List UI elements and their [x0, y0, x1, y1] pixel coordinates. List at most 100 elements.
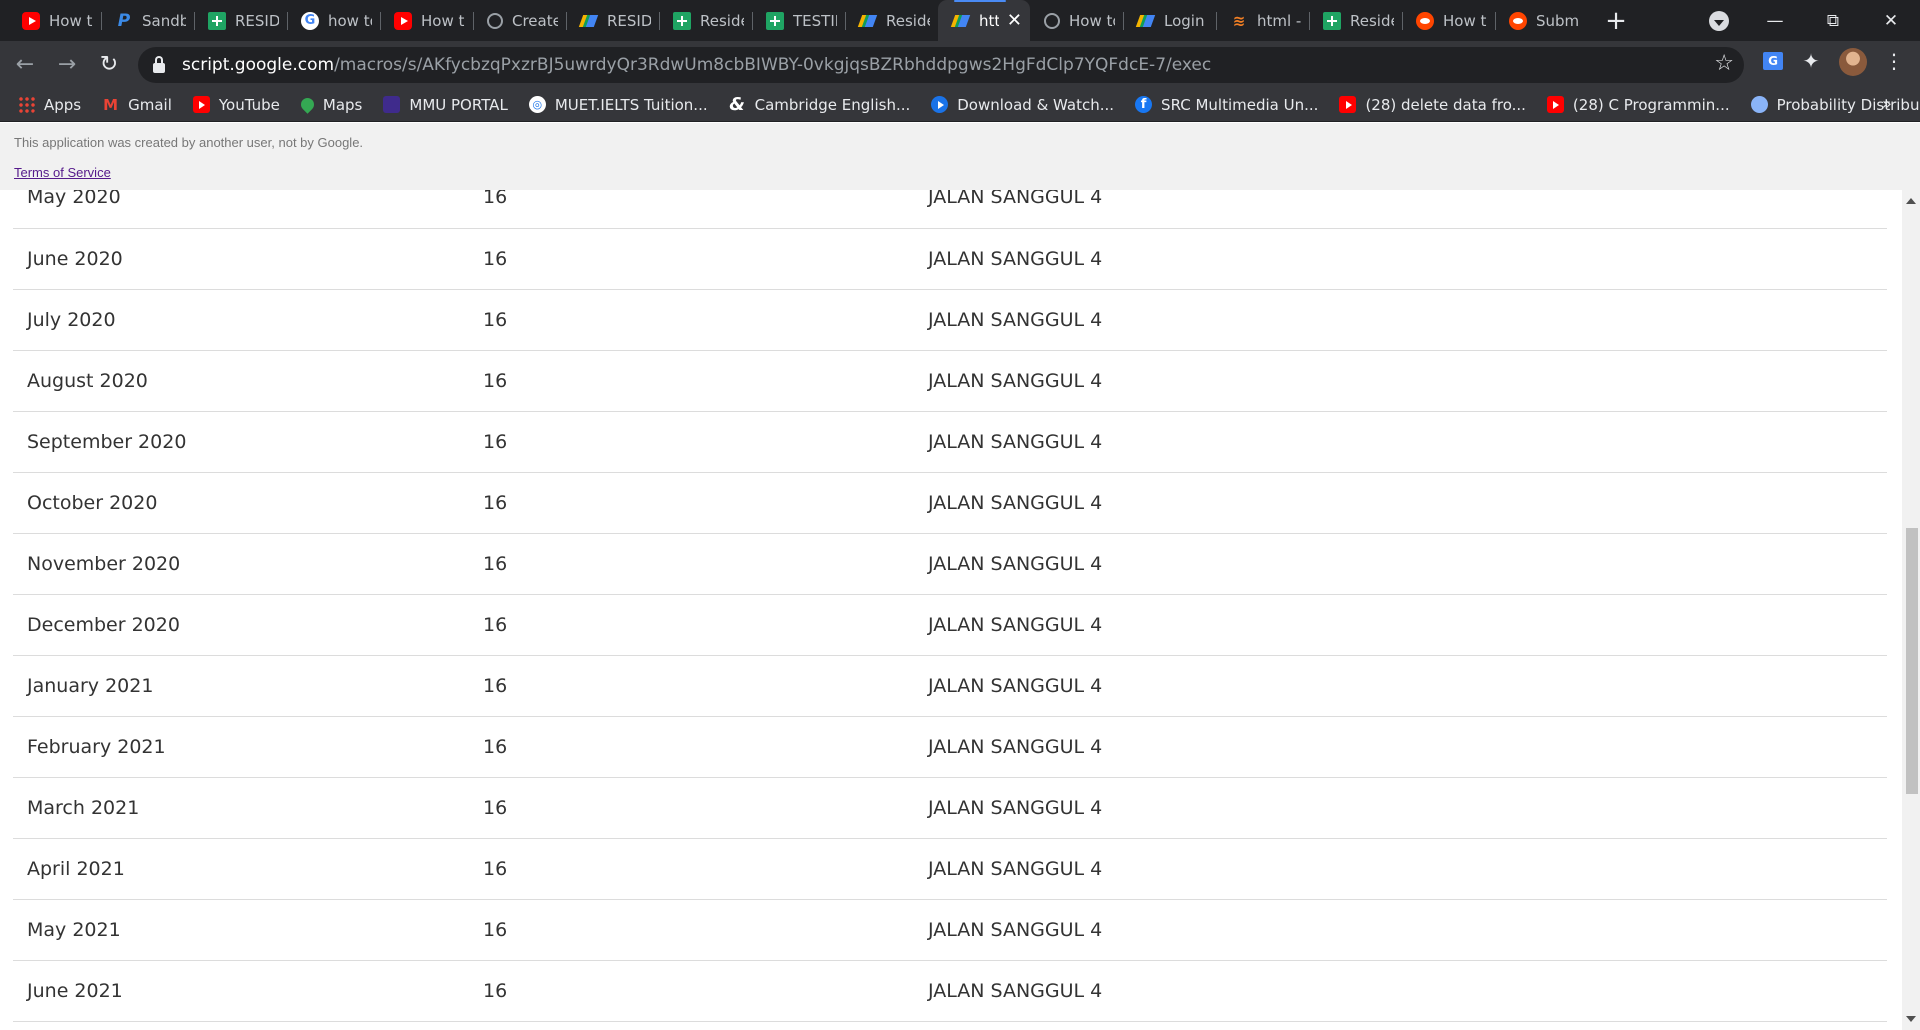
window-close-icon[interactable]: ✕ — [1862, 0, 1920, 41]
table-row: June 2020 16 JALAN SANGGUL 4 — [13, 228, 1887, 290]
tab[interactable]: TESTIN — [752, 0, 845, 41]
maps-pin-icon — [298, 95, 317, 114]
month-cell: June 2020 — [13, 228, 483, 290]
bookmark-label: Gmail — [128, 95, 172, 114]
tab-title: Reside — [1350, 11, 1394, 30]
url-host: script.google.com — [182, 55, 335, 75]
tab[interactable]: How to — [380, 0, 473, 41]
new-tab-button[interactable]: + — [1596, 0, 1636, 41]
month-cell: September 2020 — [13, 411, 483, 473]
tab[interactable]: ≋ html - — [1216, 0, 1309, 41]
table-row: November 2020 16 JALAN SANGGUL 4 — [13, 533, 1887, 595]
tab[interactable]: Submi — [1495, 0, 1588, 41]
tab-title: Login — [1164, 11, 1205, 30]
number-cell: 16 — [483, 655, 928, 717]
forward-icon[interactable]: → — [50, 48, 84, 82]
sheets-icon — [766, 11, 784, 30]
number-cell: 16 — [483, 190, 928, 229]
extensions-puzzle-icon[interactable]: ✦ — [1798, 48, 1824, 74]
lock-icon[interactable] — [153, 55, 165, 73]
tab[interactable]: Login — [1123, 0, 1216, 41]
bookmark-item[interactable]: Maps — [298, 95, 363, 114]
bookmarks-bar: Apps M Gmail YouTube Maps MMU PORTAL ◎ MUET.IEL… — [0, 88, 1920, 122]
tab-title: htt — [979, 11, 999, 30]
month-cell: April 2021 — [13, 838, 483, 900]
scroll-down-icon[interactable] — [1906, 1016, 1916, 1022]
tab-search-icon[interactable] — [1709, 11, 1729, 31]
table-row: June 2021 16 JALAN SANGGUL 4 — [13, 960, 1887, 1022]
tab[interactable]: P Sandb — [101, 0, 194, 41]
bookmark-item[interactable]: (28) delete data fro... — [1339, 96, 1526, 114]
reload-icon[interactable]: ↻ — [92, 48, 126, 82]
table-row: October 2020 16 JALAN SANGGUL 4 — [13, 472, 1887, 534]
mmu-icon — [383, 96, 401, 113]
tab[interactable]: Ghow to — [287, 0, 380, 41]
apps-script-icon — [952, 12, 970, 30]
tab[interactable]: How to — [1402, 0, 1495, 41]
sheets-icon — [1323, 11, 1341, 30]
month-cell: October 2020 — [13, 472, 483, 534]
tab[interactable]: Reside — [659, 0, 752, 41]
bookmark-item[interactable]: f SRC Multimedia Un... — [1135, 96, 1318, 114]
browser-menu-icon[interactable]: ⋮ — [1881, 48, 1907, 74]
address-bar[interactable]: script.google.com/macros/s/AKfycbzqPxzrB… — [138, 47, 1744, 83]
tab-title: Create — [512, 11, 558, 30]
sheets-icon — [208, 11, 226, 30]
number-cell: 16 — [483, 533, 928, 595]
reddit-icon — [1416, 11, 1434, 30]
bookmark-label: Apps — [44, 95, 82, 114]
table-row: April 2021 16 JALAN SANGGUL 4 — [13, 838, 1887, 900]
bookmark-star-icon[interactable]: ☆ — [1714, 51, 1734, 76]
facebook-icon: f — [1135, 96, 1153, 113]
tab-title: RESIDE — [235, 11, 279, 30]
table-row: February 2021 16 JALAN SANGGUL 4 — [13, 716, 1887, 778]
address-cell: JALAN SANGGUL 4 — [928, 190, 1887, 229]
number-cell: 16 — [483, 472, 928, 534]
terms-of-service-link[interactable]: Terms of Service — [14, 165, 111, 180]
tab-title: Reside — [700, 11, 744, 30]
bookmark-item[interactable]: YouTube — [192, 96, 280, 114]
bookmark-label: Maps — [322, 95, 363, 114]
paypal-icon: P — [117, 10, 131, 31]
scroll-up-icon[interactable] — [1906, 198, 1916, 204]
youtube-icon — [192, 96, 210, 113]
month-cell: November 2020 — [13, 533, 483, 595]
profile-avatar[interactable] — [1839, 48, 1867, 76]
translate-extension-icon[interactable] — [1760, 48, 1786, 74]
tab-active[interactable]: htt ✕ — [938, 0, 1030, 41]
month-cell: January 2021 — [13, 655, 483, 717]
tab[interactable]: RESIDE — [566, 0, 659, 41]
minimize-icon[interactable]: — — [1746, 0, 1804, 41]
bookmark-item[interactable]: M Gmail — [102, 96, 172, 114]
restore-icon[interactable]: ⧉ — [1804, 0, 1862, 41]
url-text[interactable]: script.google.com/macros/s/AKfycbzqPxzrB… — [182, 55, 1211, 75]
tab[interactable]: How to — [8, 0, 101, 41]
bookmark-item[interactable]: Download & Watch... — [931, 96, 1114, 114]
table-row: December 2020 16 JALAN SANGGUL 4 — [13, 594, 1887, 656]
tab-strip: How to P Sandb RESIDE Ghow to How to Create RES… — [0, 0, 1920, 41]
tab[interactable]: Reside — [1309, 0, 1402, 41]
data-table: May 2020 16 JALAN SANGGUL 4 June 2020 16 JALA… — [13, 190, 1887, 1022]
bookmark-item[interactable]: MMU PORTAL — [383, 96, 508, 114]
youtube-icon — [1546, 96, 1564, 113]
tab[interactable]: Create — [473, 0, 566, 41]
bookmark-item[interactable]: ◎ MUET.IELTS Tuition... — [528, 96, 708, 114]
tab-close-icon[interactable]: ✕ — [1007, 10, 1022, 31]
tab[interactable]: Reside — [845, 0, 938, 41]
bookmark-item[interactable]: Apps — [18, 96, 81, 114]
tab-title: How to — [1069, 11, 1115, 30]
tab[interactable]: RESIDE — [194, 0, 287, 41]
number-cell: 16 — [483, 838, 928, 900]
bookmark-item[interactable]: (28) C Programmin... — [1546, 96, 1730, 114]
stackoverflow-icon: ≋ — [1232, 11, 1246, 30]
bookmarks-overflow-icon[interactable]: » — [1882, 94, 1902, 113]
tab[interactable]: How to — [1030, 0, 1123, 41]
youtube-icon — [1339, 96, 1357, 113]
number-cell: 16 — [483, 716, 928, 778]
scrollbar-thumb[interactable] — [1906, 528, 1918, 794]
vertical-scrollbar[interactable] — [1902, 190, 1920, 1030]
bookmark-item[interactable]: & Cambridge English... — [729, 94, 910, 115]
number-cell: 16 — [483, 594, 928, 656]
back-icon[interactable]: ← — [8, 48, 42, 82]
address-cell: JALAN SANGGUL 4 — [928, 350, 1887, 412]
